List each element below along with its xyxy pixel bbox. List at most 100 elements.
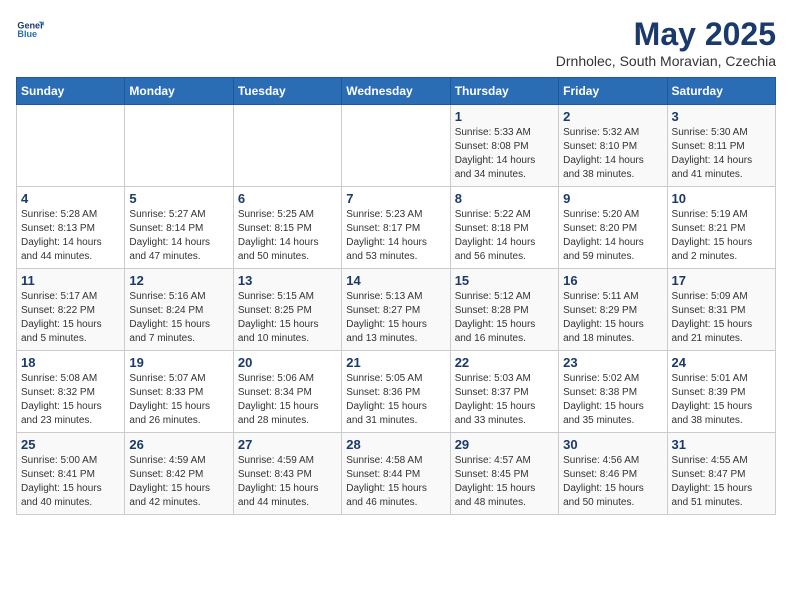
- day-number: 4: [21, 191, 120, 206]
- calendar-cell: 18 Sunrise: 5:08 AMSunset: 8:32 PMDayligh…: [17, 351, 125, 433]
- day-number: 15: [455, 273, 554, 288]
- day-number: 6: [238, 191, 337, 206]
- day-info: Sunrise: 5:08 AMSunset: 8:32 PMDaylight:…: [21, 372, 120, 428]
- day-info: Sunrise: 4:56 AMSunset: 8:46 PMDaylight:…: [563, 454, 662, 510]
- calendar-cell: [125, 105, 233, 187]
- month-title: May 2025: [556, 16, 776, 53]
- day-number: 1: [455, 109, 554, 124]
- day-info: Sunrise: 5:33 AMSunset: 8:08 PMDaylight:…: [455, 126, 554, 182]
- calendar-cell: 15 Sunrise: 5:12 AMSunset: 8:28 PMDayligh…: [450, 269, 558, 351]
- day-number: 11: [21, 273, 120, 288]
- day-header-thursday: Thursday: [450, 78, 558, 105]
- day-info: Sunrise: 5:17 AMSunset: 8:22 PMDaylight:…: [21, 290, 120, 346]
- calendar-cell: 29 Sunrise: 4:57 AMSunset: 8:45 PMDayligh…: [450, 433, 558, 515]
- day-info: Sunrise: 5:02 AMSunset: 8:38 PMDaylight:…: [563, 372, 662, 428]
- day-info: Sunrise: 5:23 AMSunset: 8:17 PMDaylight:…: [346, 208, 445, 264]
- day-number: 10: [672, 191, 771, 206]
- calendar-cell: 14 Sunrise: 5:13 AMSunset: 8:27 PMDayligh…: [342, 269, 450, 351]
- day-info: Sunrise: 5:27 AMSunset: 8:14 PMDaylight:…: [129, 208, 228, 264]
- calendar-cell: 6 Sunrise: 5:25 AMSunset: 8:15 PMDaylight…: [233, 187, 341, 269]
- day-info: Sunrise: 5:20 AMSunset: 8:20 PMDaylight:…: [563, 208, 662, 264]
- day-info: Sunrise: 5:03 AMSunset: 8:37 PMDaylight:…: [455, 372, 554, 428]
- day-info: Sunrise: 4:59 AMSunset: 8:42 PMDaylight:…: [129, 454, 228, 510]
- day-number: 8: [455, 191, 554, 206]
- day-info: Sunrise: 5:30 AMSunset: 8:11 PMDaylight:…: [672, 126, 771, 182]
- day-header-sunday: Sunday: [17, 78, 125, 105]
- day-number: 31: [672, 437, 771, 452]
- calendar-cell: 25Sunrise: 5:00 AMSunset: 8:41 PMDayligh…: [17, 433, 125, 515]
- day-number: 5: [129, 191, 228, 206]
- calendar-cell: 20Sunrise: 5:06 AMSunset: 8:34 PMDayligh…: [233, 351, 341, 433]
- calendar-cell: 28Sunrise: 4:58 AMSunset: 8:44 PMDayligh…: [342, 433, 450, 515]
- day-info: Sunrise: 4:55 AMSunset: 8:47 PMDaylight:…: [672, 454, 771, 510]
- calendar-cell: 11 Sunrise: 5:17 AMSunset: 8:22 PMDayligh…: [17, 269, 125, 351]
- day-number: 3: [672, 109, 771, 124]
- calendar-cell: 10Sunrise: 5:19 AMSunset: 8:21 PMDayligh…: [667, 187, 775, 269]
- day-info: Sunrise: 4:57 AMSunset: 8:45 PMDaylight:…: [455, 454, 554, 510]
- day-info: Sunrise: 5:07 AMSunset: 8:33 PMDaylight:…: [129, 372, 228, 428]
- day-info: Sunrise: 5:13 AMSunset: 8:27 PMDaylight:…: [346, 290, 445, 346]
- subtitle: Drnholec, South Moravian, Czechia: [556, 53, 776, 69]
- calendar-cell: 12 Sunrise: 5:16 AMSunset: 8:24 PMDayligh…: [125, 269, 233, 351]
- calendar-week-4: 18 Sunrise: 5:08 AMSunset: 8:32 PMDayligh…: [17, 351, 776, 433]
- calendar-cell: [17, 105, 125, 187]
- calendar-cell: 1 Sunrise: 5:33 AMSunset: 8:08 PMDaylight…: [450, 105, 558, 187]
- calendar-cell: 3 Sunrise: 5:30 AMSunset: 8:11 PMDaylight…: [667, 105, 775, 187]
- day-number: 17: [672, 273, 771, 288]
- calendar-cell: 31 Sunrise: 4:55 AMSunset: 8:47 PMDayligh…: [667, 433, 775, 515]
- day-number: 24: [672, 355, 771, 370]
- day-number: 9: [563, 191, 662, 206]
- day-number: 30: [563, 437, 662, 452]
- calendar-week-1: 1 Sunrise: 5:33 AMSunset: 8:08 PMDaylight…: [17, 105, 776, 187]
- calendar-cell: 13Sunrise: 5:15 AMSunset: 8:25 PMDayligh…: [233, 269, 341, 351]
- day-info: Sunrise: 4:58 AMSunset: 8:44 PMDaylight:…: [346, 454, 445, 510]
- calendar-cell: 22 Sunrise: 5:03 AMSunset: 8:37 PMDayligh…: [450, 351, 558, 433]
- day-header-monday: Monday: [125, 78, 233, 105]
- day-info: Sunrise: 5:01 AMSunset: 8:39 PMDaylight:…: [672, 372, 771, 428]
- calendar-cell: 5 Sunrise: 5:27 AMSunset: 8:14 PMDaylight…: [125, 187, 233, 269]
- header: General Blue May 2025 Drnholec, South Mo…: [16, 16, 776, 69]
- day-number: 12: [129, 273, 228, 288]
- day-number: 22: [455, 355, 554, 370]
- day-header-saturday: Saturday: [667, 78, 775, 105]
- calendar-header-row: SundayMondayTuesdayWednesdayThursdayFrid…: [17, 78, 776, 105]
- calendar-week-3: 11 Sunrise: 5:17 AMSunset: 8:22 PMDayligh…: [17, 269, 776, 351]
- day-info: Sunrise: 5:06 AMSunset: 8:34 PMDaylight:…: [238, 372, 337, 428]
- day-info: Sunrise: 5:05 AMSunset: 8:36 PMDaylight:…: [346, 372, 445, 428]
- calendar-cell: 24 Sunrise: 5:01 AMSunset: 8:39 PMDayligh…: [667, 351, 775, 433]
- title-area: May 2025 Drnholec, South Moravian, Czech…: [556, 16, 776, 69]
- day-number: 19: [129, 355, 228, 370]
- calendar-cell: [233, 105, 341, 187]
- day-header-friday: Friday: [559, 78, 667, 105]
- day-number: 29: [455, 437, 554, 452]
- calendar-cell: 19 Sunrise: 5:07 AMSunset: 8:33 PMDayligh…: [125, 351, 233, 433]
- day-number: 26: [129, 437, 228, 452]
- calendar-cell: 30 Sunrise: 4:56 AMSunset: 8:46 PMDayligh…: [559, 433, 667, 515]
- day-info: Sunrise: 5:28 AMSunset: 8:13 PMDaylight:…: [21, 208, 120, 264]
- calendar-cell: 27Sunrise: 4:59 AMSunset: 8:43 PMDayligh…: [233, 433, 341, 515]
- logo: General Blue: [16, 16, 44, 44]
- calendar-cell: 4 Sunrise: 5:28 AMSunset: 8:13 PMDaylight…: [17, 187, 125, 269]
- day-header-tuesday: Tuesday: [233, 78, 341, 105]
- day-number: 2: [563, 109, 662, 124]
- day-info: Sunrise: 5:22 AMSunset: 8:18 PMDaylight:…: [455, 208, 554, 264]
- calendar-cell: 23Sunrise: 5:02 AMSunset: 8:38 PMDayligh…: [559, 351, 667, 433]
- calendar-cell: 9 Sunrise: 5:20 AMSunset: 8:20 PMDaylight…: [559, 187, 667, 269]
- day-info: Sunrise: 5:09 AMSunset: 8:31 PMDaylight:…: [672, 290, 771, 346]
- calendar-cell: 7 Sunrise: 5:23 AMSunset: 8:17 PMDaylight…: [342, 187, 450, 269]
- day-number: 7: [346, 191, 445, 206]
- day-info: Sunrise: 5:16 AMSunset: 8:24 PMDaylight:…: [129, 290, 228, 346]
- day-info: Sunrise: 5:12 AMSunset: 8:28 PMDaylight:…: [455, 290, 554, 346]
- calendar-cell: 21Sunrise: 5:05 AMSunset: 8:36 PMDayligh…: [342, 351, 450, 433]
- day-info: Sunrise: 5:11 AMSunset: 8:29 PMDaylight:…: [563, 290, 662, 346]
- calendar-week-5: 25Sunrise: 5:00 AMSunset: 8:41 PMDayligh…: [17, 433, 776, 515]
- day-number: 14: [346, 273, 445, 288]
- calendar-week-2: 4 Sunrise: 5:28 AMSunset: 8:13 PMDaylight…: [17, 187, 776, 269]
- calendar-cell: 17 Sunrise: 5:09 AMSunset: 8:31 PMDayligh…: [667, 269, 775, 351]
- day-number: 18: [21, 355, 120, 370]
- day-info: Sunrise: 4:59 AMSunset: 8:43 PMDaylight:…: [238, 454, 337, 510]
- day-number: 16: [563, 273, 662, 288]
- calendar-cell: 8 Sunrise: 5:22 AMSunset: 8:18 PMDaylight…: [450, 187, 558, 269]
- svg-text:Blue: Blue: [17, 29, 37, 39]
- day-info: Sunrise: 5:25 AMSunset: 8:15 PMDaylight:…: [238, 208, 337, 264]
